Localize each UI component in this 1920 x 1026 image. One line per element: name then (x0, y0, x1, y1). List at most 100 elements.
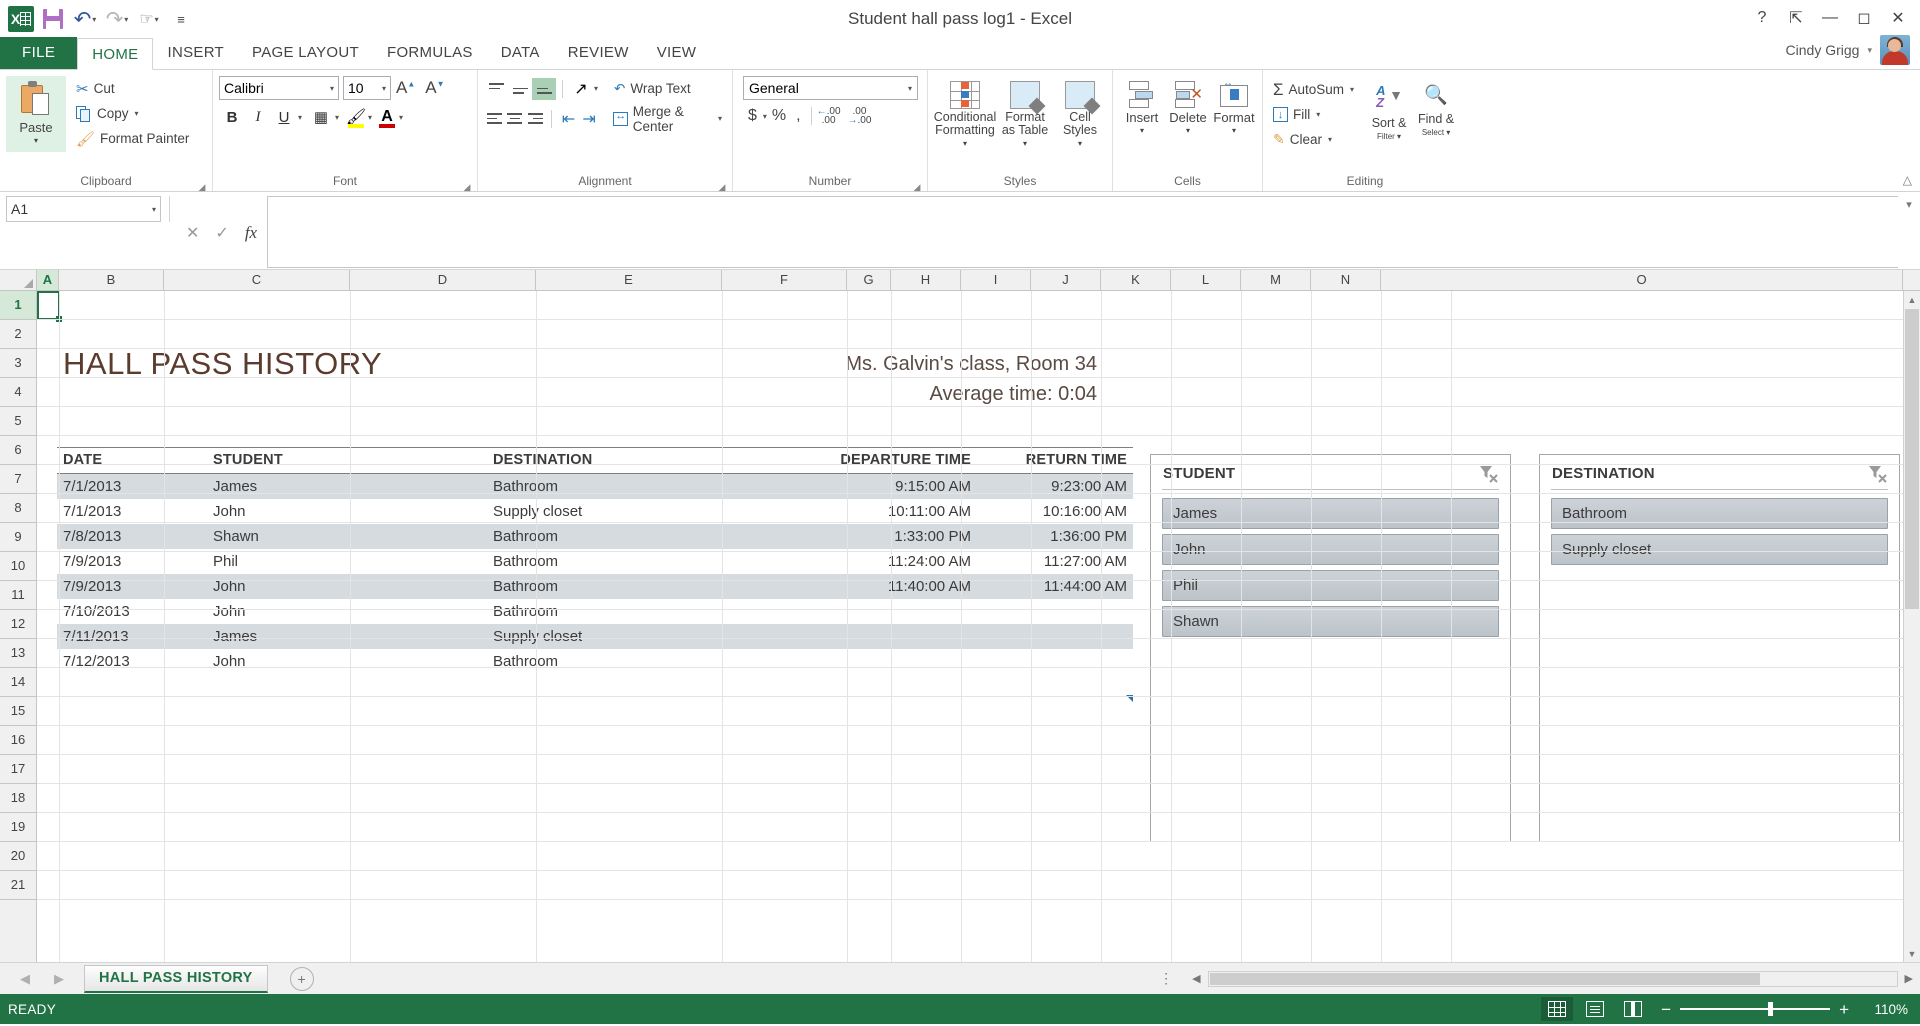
cell-student[interactable]: Shawn (207, 524, 487, 549)
confirm-edit-icon[interactable]: ✓ (215, 223, 228, 243)
column-header-H[interactable]: H (891, 270, 961, 290)
number-format-select[interactable]: General ▾ (743, 76, 918, 100)
row-header-17[interactable]: 17 (0, 755, 36, 784)
clear-filter-icon[interactable] (1478, 463, 1500, 483)
row-header-3[interactable]: 3 (0, 349, 36, 378)
comma-format-icon[interactable]: , (791, 107, 805, 125)
align-bottom-icon[interactable] (532, 77, 556, 100)
sheet-tab-hall-pass-history[interactable]: HALL PASS HISTORY (84, 964, 268, 993)
decrease-indent-icon[interactable]: ⇤ (558, 108, 578, 130)
page-break-preview-button[interactable] (1617, 997, 1649, 1021)
format-painter-button[interactable]: 🖌 Format Painter (72, 126, 193, 151)
chevron-down-icon[interactable]: ▾ (1213, 124, 1254, 137)
wrap-text-button[interactable]: ↶ Wrap Text (610, 76, 695, 101)
column-header-A[interactable]: A (37, 270, 59, 290)
previous-sheet-icon[interactable]: ◀ (20, 971, 30, 987)
clear-button[interactable]: ✎ Clear ▾ (1269, 127, 1358, 152)
chevron-down-icon[interactable]: ▾ (934, 137, 997, 150)
expand-formula-bar-icon[interactable]: ▾ (1898, 192, 1920, 269)
currency-format-icon[interactable]: $ (743, 107, 762, 125)
delete-cells-button[interactable]: ✕ Delete ▾ (1165, 79, 1211, 139)
column-header-M[interactable]: M (1241, 270, 1311, 290)
row-header-18[interactable]: 18 (0, 784, 36, 813)
cell-destination[interactable]: Bathroom (487, 524, 787, 549)
slicer-item[interactable]: Supply closet (1551, 534, 1888, 565)
cell-destination[interactable]: Bathroom (487, 473, 787, 499)
borders-chevron-icon[interactable]: ▾ (335, 113, 339, 122)
cell-student[interactable]: John (207, 574, 487, 599)
row-header-5[interactable]: 5 (0, 407, 36, 436)
normal-view-button[interactable] (1541, 997, 1574, 1021)
chevron-down-icon[interactable]: ▾ (1126, 124, 1159, 137)
row-header-15[interactable]: 15 (0, 697, 36, 726)
row-header-20[interactable]: 20 (0, 842, 36, 871)
tab-page-layout[interactable]: PAGE LAYOUT (238, 37, 373, 69)
cell-return[interactable]: 1:36:00 PM (977, 524, 1133, 549)
touch-mode-icon[interactable]: ☞ ▾ (134, 4, 164, 34)
add-sheet-button[interactable]: + (289, 966, 314, 991)
increase-indent-icon[interactable]: ⇥ (579, 108, 599, 130)
column-header-F[interactable]: F (722, 270, 847, 290)
account-area[interactable]: Cindy Grigg ▾ (1786, 35, 1910, 65)
zoom-slider[interactable] (1680, 1002, 1831, 1017)
bold-button[interactable]: B (219, 104, 245, 130)
align-middle-icon[interactable] (508, 78, 532, 100)
insert-cells-button[interactable]: Insert ▾ (1119, 79, 1165, 139)
select-all-button[interactable] (0, 270, 37, 290)
cell-destination[interactable]: Bathroom (487, 549, 787, 574)
cell-date[interactable]: 7/9/2013 (57, 574, 207, 599)
column-header-K[interactable]: K (1101, 270, 1171, 290)
table-row[interactable]: 7/1/2013 John Supply closet 10:11:00 AM 10:1… (57, 499, 1133, 524)
font-size-combobox[interactable]: 10 ▾ (343, 76, 391, 100)
customize-qat-icon[interactable]: ≡ (166, 4, 196, 34)
column-header-O[interactable]: O (1381, 270, 1903, 290)
fill-color-chevron-icon[interactable]: ▾ (368, 113, 372, 122)
cell-date[interactable]: 7/9/2013 (57, 549, 207, 574)
cell-student[interactable]: James (207, 473, 487, 499)
cell-student[interactable]: James (207, 624, 487, 649)
column-header-G[interactable]: G (847, 270, 891, 290)
fill-color-icon[interactable]: 🖌 (345, 105, 367, 129)
chevron-down-icon[interactable]: ▾ (718, 114, 722, 123)
tab-insert[interactable]: INSERT (153, 37, 238, 69)
row-header-10[interactable]: 10 (0, 552, 36, 581)
zoom-slider-thumb[interactable] (1768, 1002, 1774, 1017)
tab-data[interactable]: DATA (487, 37, 554, 69)
cell-return[interactable]: 10:16:00 AM (977, 499, 1133, 524)
format-as-table-button[interactable]: Format as Table ▾ (996, 79, 1054, 152)
copy-button[interactable]: Copy ▾ (72, 101, 193, 126)
cell-student[interactable]: Phil (207, 549, 487, 574)
cell-destination[interactable]: Bathroom (487, 649, 787, 674)
tab-home[interactable]: HOME (77, 38, 154, 70)
cancel-edit-icon[interactable]: ✕ (186, 223, 199, 243)
row-header-19[interactable]: 19 (0, 813, 36, 842)
alignment-dialog-launcher[interactable]: ◢ (717, 179, 727, 192)
row-header-7[interactable]: 7 (0, 465, 36, 494)
scroll-right-icon[interactable]: ▶ (1898, 972, 1920, 985)
font-color-chevron-icon[interactable]: ▾ (399, 113, 403, 122)
borders-icon[interactable]: ▦ (308, 104, 334, 130)
column-header-D[interactable]: D (350, 270, 536, 290)
cell-departure[interactable] (787, 649, 977, 674)
chevron-down-icon[interactable]: ▾ (19, 134, 52, 147)
chevron-down-icon[interactable]: ▾ (1169, 124, 1207, 137)
chevron-down-icon[interactable]: ▾ (1000, 137, 1050, 150)
chevron-down-icon[interactable]: ▾ (1328, 135, 1332, 144)
chevron-down-icon[interactable]: ▾ (1867, 45, 1872, 56)
table-row[interactable]: 7/9/2013 Phil Bathroom 11:24:00 AM 11:27:00 … (57, 549, 1133, 574)
avatar[interactable] (1880, 35, 1910, 65)
horizontal-scroll-thumb[interactable] (1209, 972, 1760, 985)
cell-departure[interactable]: 9:15:00 AM (787, 473, 977, 499)
column-header-I[interactable]: I (961, 270, 1031, 290)
sort-filter-button[interactable]: A Z ▼ Sort & Filter ▾ (1366, 81, 1412, 145)
cell-return[interactable] (977, 599, 1133, 624)
save-icon[interactable] (38, 4, 68, 34)
underline-chevron-icon[interactable]: ▾ (298, 113, 302, 122)
cell-return[interactable] (977, 649, 1133, 674)
slicer-item[interactable]: Phil (1162, 570, 1499, 601)
vertical-scrollbar[interactable]: ▲ ▼ (1903, 291, 1920, 962)
format-cells-button[interactable]: ↔ Format ▾ (1211, 78, 1257, 139)
minimize-icon[interactable]: — (1814, 4, 1846, 32)
font-name-combobox[interactable]: Calibri ▾ (219, 76, 339, 100)
slicer-item[interactable]: John (1162, 534, 1499, 565)
